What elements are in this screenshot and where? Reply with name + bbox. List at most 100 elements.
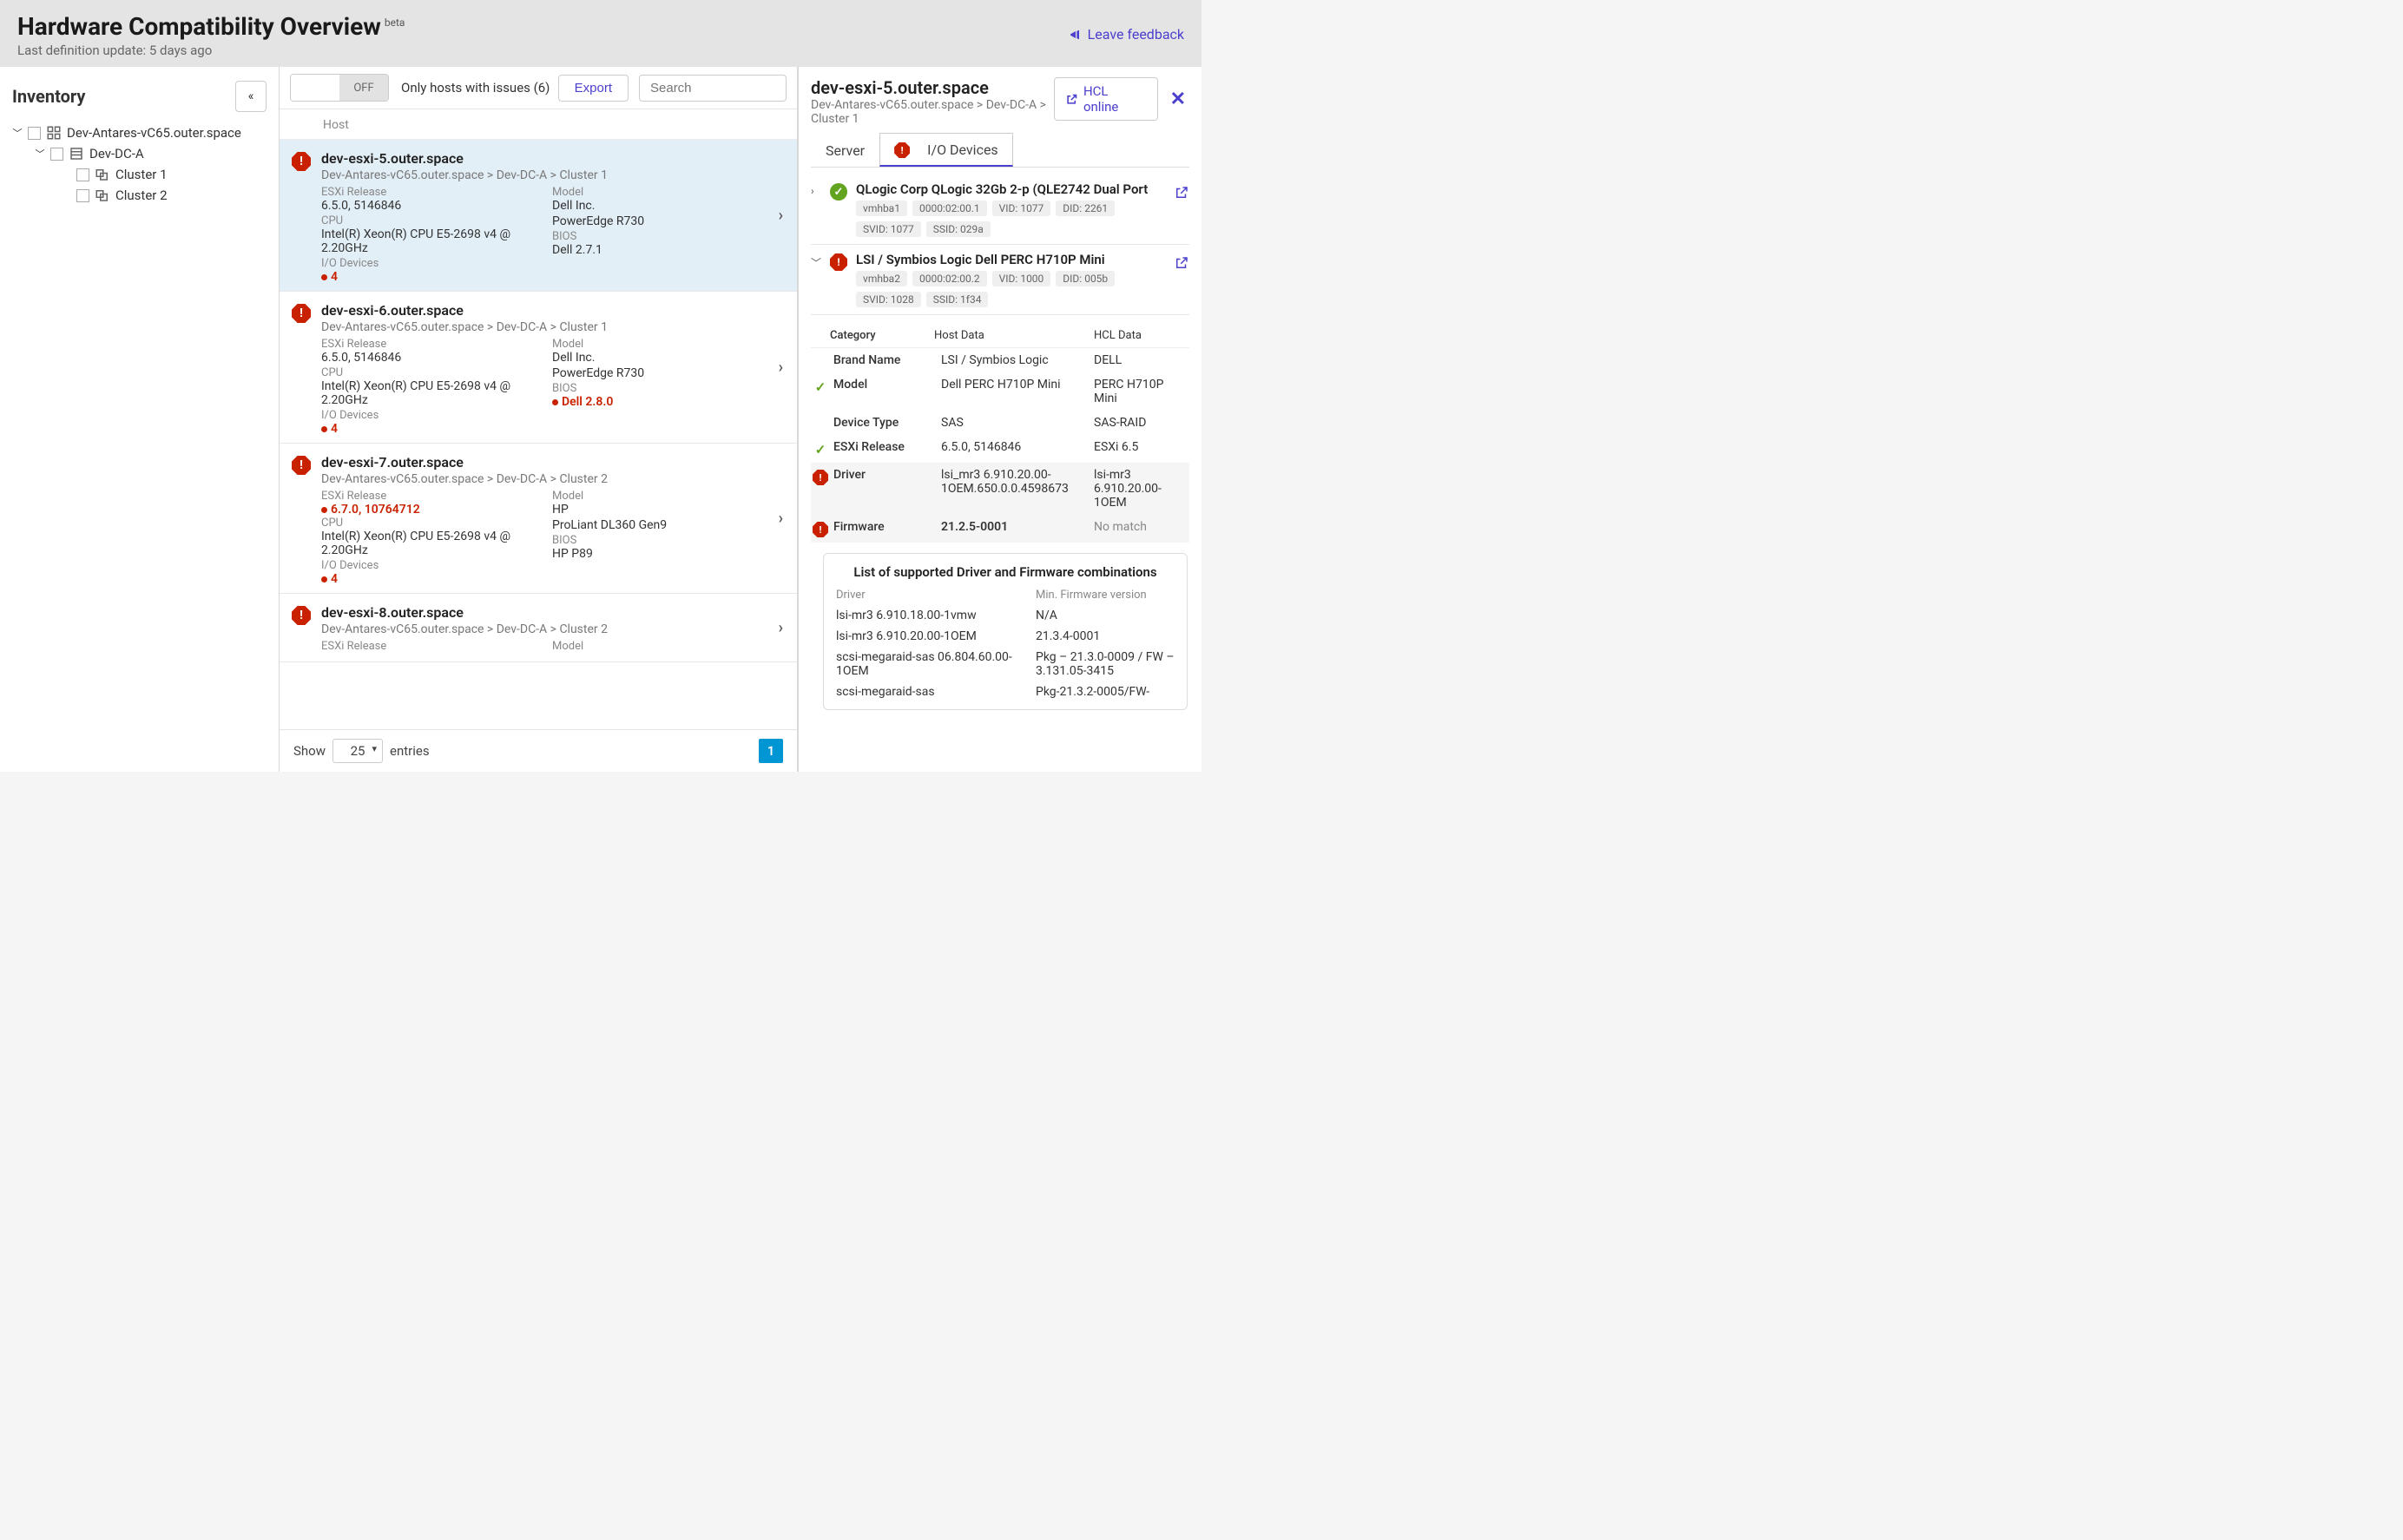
device-badge: 0000:02:00.1	[912, 201, 987, 216]
io-device: › ✓ QLogic Corp QLogic 32Gb 2-p (QLE2742…	[811, 174, 1189, 245]
chevron-down-icon[interactable]: ﹀	[35, 147, 45, 161]
device-name: QLogic Corp QLogic 32Gb 2-p (QLE2742 Dua…	[856, 181, 1165, 197]
category-table: CategoryHost DataHCL Data Brand Name LSI…	[811, 326, 1189, 543]
category-row: ! Driver lsi_mr3 6.910.20.00-1OEM.650.0.…	[811, 463, 1189, 515]
vcenter-icon	[46, 125, 62, 141]
alert-icon: !	[813, 522, 828, 537]
tree-item-datacenter[interactable]: ﹀ Dev-DC-A	[12, 143, 270, 164]
host-card[interactable]: ! dev-esxi-8.outer.space Dev-Antares-vC6…	[280, 594, 797, 662]
alert-icon: !	[813, 470, 828, 485]
device-badge: SVID: 1028	[856, 292, 921, 307]
issues-filter-label: Only hosts with issues (6)	[401, 80, 550, 95]
host-name: dev-esxi-5.outer.space	[321, 150, 783, 167]
device-badge: VID: 1000	[992, 271, 1051, 286]
hcl-online-button[interactable]: HCL online	[1054, 77, 1158, 121]
host-card[interactable]: ! dev-esxi-5.outer.space Dev-Antares-vC6…	[280, 140, 797, 292]
chevron-down-icon[interactable]: ﹀	[12, 126, 23, 140]
host-path: Dev-Antares-vC65.outer.space > Dev-DC-A …	[321, 472, 783, 486]
cluster-icon	[95, 188, 110, 203]
device-badge: SSID: 029a	[926, 221, 991, 237]
check-icon: ✓	[815, 379, 826, 395]
tab-io-devices[interactable]: ! I/O Devices	[879, 133, 1013, 167]
device-badge: SSID: 1f34	[926, 292, 989, 307]
detail-breadcrumb: Dev-Antares-vC65.outer.space > Dev-DC-A …	[811, 98, 1054, 126]
host-card[interactable]: ! dev-esxi-7.outer.space Dev-Antares-vC6…	[280, 444, 797, 594]
device-badge: vmhba1	[856, 201, 907, 216]
expand-toggle[interactable]: ﹀	[811, 255, 821, 270]
tree-checkbox[interactable]	[76, 189, 89, 202]
close-button[interactable]: ✕	[1167, 89, 1189, 110]
device-badge: SVID: 1077	[856, 221, 921, 237]
device-badge: VID: 1077	[992, 201, 1051, 216]
host-path: Dev-Antares-vC65.outer.space > Dev-DC-A …	[321, 320, 783, 334]
page-title: Hardware Compatibility Overview	[17, 12, 381, 41]
alert-icon: !	[292, 606, 311, 625]
tree-item-cluster[interactable]: · Cluster 2	[12, 185, 270, 206]
host-path: Dev-Antares-vC65.outer.space > Dev-DC-A …	[321, 168, 783, 182]
host-path: Dev-Antares-vC65.outer.space > Dev-DC-A …	[321, 622, 783, 636]
device-name: LSI / Symbios Logic Dell PERC H710P Mini	[856, 252, 1165, 267]
category-row: ! Firmware 21.2.5-0001 No match	[811, 515, 1189, 543]
category-row: Brand Name LSI / Symbios Logic DELL	[811, 348, 1189, 372]
supported-combinations: List of supported Driver and Firmware co…	[823, 553, 1188, 710]
external-link-icon[interactable]	[1174, 255, 1189, 271]
device-badge: DID: 2261	[1056, 201, 1115, 216]
collapse-sidebar-button[interactable]: «	[235, 81, 267, 112]
tab-server[interactable]: Server	[811, 133, 879, 167]
search-input[interactable]	[639, 75, 787, 102]
device-badge: vmhba2	[856, 271, 907, 286]
tree-item-cluster[interactable]: · Cluster 1	[12, 164, 270, 185]
host-name: dev-esxi-8.outer.space	[321, 604, 783, 621]
external-link-icon[interactable]	[1174, 185, 1189, 201]
external-link-icon	[1065, 93, 1078, 106]
combo-row: scsi-megaraid-sasPkg-21.3.2-0005/FW-	[836, 681, 1175, 702]
tree-item-vcenter[interactable]: ﹀ Dev-Antares-vC65.outer.space	[12, 122, 270, 143]
show-label: Show	[293, 743, 326, 759]
detail-pane: dev-esxi-5.outer.space Dev-Antares-vC65.…	[799, 67, 1202, 772]
combo-row: lsi-mr3 6.910.18.00-1vmwN/A	[836, 605, 1175, 626]
check-icon: ✓	[830, 183, 847, 201]
combo-row: lsi-mr3 6.910.20.00-1OEM21.3.4-0001	[836, 626, 1175, 647]
megaphone-icon	[1069, 28, 1083, 42]
chevron-right-icon: ›	[779, 619, 783, 637]
leave-feedback-link[interactable]: Leave feedback	[1069, 26, 1184, 43]
beta-badge: beta	[385, 16, 405, 29]
datacenter-icon	[69, 146, 84, 161]
io-device: ﹀ ! LSI / Symbios Logic Dell PERC H710P …	[811, 245, 1189, 315]
combo-row: scsi-megaraid-sas 06.804.60.00-1OEMPkg –…	[836, 647, 1175, 681]
cluster-icon	[95, 167, 110, 182]
alert-icon: !	[830, 253, 847, 271]
category-row: Device Type SAS SAS-RAID	[811, 411, 1189, 435]
entries-label: entries	[390, 743, 430, 759]
inventory-sidebar: Inventory « ﹀ Dev-Antares-vC65.outer.spa…	[0, 67, 280, 772]
check-icon: ✓	[815, 442, 826, 457]
chevron-right-icon: ›	[779, 510, 783, 528]
export-button[interactable]: Export	[558, 75, 629, 102]
alert-icon: !	[292, 152, 311, 171]
page-header: Hardware Compatibility Overview beta Las…	[0, 0, 1202, 67]
chevron-right-icon: ›	[779, 207, 783, 225]
detail-hostname: dev-esxi-5.outer.space	[811, 77, 1054, 98]
device-badge: 0000:02:00.2	[912, 271, 987, 286]
tree-checkbox[interactable]	[28, 127, 41, 140]
host-name: dev-esxi-7.outer.space	[321, 454, 783, 471]
page-size-select[interactable]: 25	[332, 739, 383, 763]
alert-icon: !	[292, 304, 311, 323]
tree-checkbox[interactable]	[50, 148, 63, 161]
page-number[interactable]: 1	[759, 739, 783, 763]
issues-toggle[interactable]: OFF	[290, 74, 389, 102]
host-card[interactable]: ! dev-esxi-6.outer.space Dev-Antares-vC6…	[280, 292, 797, 444]
tree-checkbox[interactable]	[76, 168, 89, 181]
host-list-pane: OFF Only hosts with issues (6) Export Ho…	[280, 67, 799, 772]
chevron-right-icon: ›	[779, 359, 783, 377]
expand-toggle[interactable]: ›	[811, 185, 821, 197]
alert-icon: !	[292, 456, 311, 475]
page-subtitle: Last definition update: 5 days ago	[17, 43, 405, 58]
category-row: ✓ Model Dell PERC H710P Mini PERC H710P …	[811, 372, 1189, 411]
category-row: ✓ ESXi Release 6.5.0, 5146846 ESXi 6.5	[811, 435, 1189, 463]
host-name: dev-esxi-6.outer.space	[321, 302, 783, 319]
alert-icon: !	[894, 142, 910, 158]
host-column-header: Host	[280, 109, 797, 140]
sidebar-title: Inventory	[12, 86, 85, 107]
device-badge: DID: 005b	[1056, 271, 1115, 286]
